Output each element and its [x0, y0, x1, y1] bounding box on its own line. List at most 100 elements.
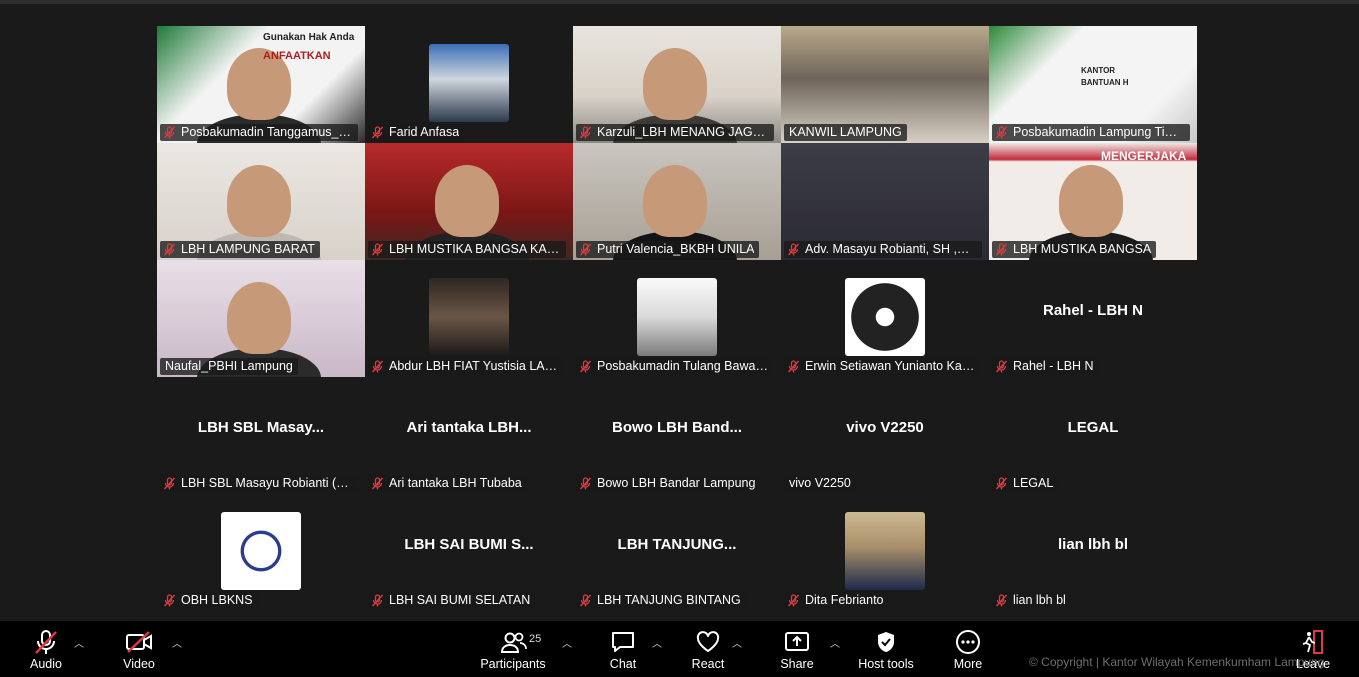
react-button[interactable]: React [688, 621, 728, 677]
muted-mic-icon [163, 594, 176, 607]
participants-options-caret[interactable]: ︿ [562, 635, 572, 650]
participant-tile[interactable]: MENGERJAKA LBH MUSTIKA BANGSA [989, 143, 1197, 260]
participant-tile[interactable]: LBH TANJUNG... LBH TANJUNG BINTANG [573, 494, 781, 611]
muted-mic-icon [371, 477, 384, 490]
muted-mic-icon [787, 594, 800, 607]
participant-tile[interactable]: Adv. Masayu Robianti, SH ,M... [781, 143, 989, 260]
participant-name: Abdur LBH FIAT Yustisia LAMP... [389, 359, 561, 373]
muted-mic-icon [995, 594, 1008, 607]
participant-name-label: LBH MUSTIKA BANGSA KAN... [368, 241, 566, 258]
top-strip [0, 0, 1359, 4]
participant-tile[interactable]: LBH MUSTIKA BANGSA KAN... [365, 143, 573, 260]
participant-tile[interactable]: KANWIL LAMPUNG [781, 26, 989, 143]
participant-name: LBH SBL Masayu Robianti (Ad... [181, 476, 353, 490]
participant-name: KANWIL LAMPUNG [789, 125, 902, 139]
chat-button[interactable]: Chat [604, 621, 642, 677]
participant-tile[interactable]: Abdur LBH FIAT Yustisia LAMP... [365, 260, 573, 377]
participant-tile[interactable]: Ari tantaka LBH... Ari tantaka LBH Tubaba [365, 377, 573, 494]
chat-options-caret[interactable]: ︿ [652, 635, 662, 650]
muted-mic-icon [787, 243, 800, 256]
audio-options-caret[interactable]: ︿ [74, 635, 84, 650]
participant-name: OBH LBKNS [181, 593, 253, 607]
participant-name: LBH TANJUNG BINTANG [597, 593, 741, 607]
participant-tile[interactable]: OBH LBKNS [157, 494, 365, 611]
muted-mic-icon [579, 243, 592, 256]
muted-mic-icon [371, 243, 384, 256]
participant-name: LBH LAMPUNG BARAT [181, 242, 315, 256]
participant-name: Posbakumadin Tanggamus_A... [181, 125, 353, 139]
participant-tile[interactable]: Gunakan Hak Anda ANFAATKAN Posbakumadin Ta… [157, 26, 365, 143]
microphone-muted-icon [34, 629, 58, 655]
muted-mic-icon [371, 360, 384, 373]
participants-count: 25 [529, 633, 542, 645]
chat-bubble-icon [610, 629, 636, 655]
profile-picture [429, 278, 509, 356]
audio-button[interactable]: Audio [24, 621, 68, 677]
participant-name: Posbakumadin Tulang Bawan... [597, 359, 769, 373]
participant-name: Farid Anfasa [389, 125, 460, 139]
participant-name-label: Abdur LBH FIAT Yustisia LAMP... [368, 358, 566, 375]
participant-display-name: LBH TANJUNG... [617, 536, 737, 553]
participants-button[interactable]: Participants [480, 621, 546, 677]
participant-name-label: Posbakumadin Lampung Tim... [992, 124, 1190, 141]
participant-tile[interactable]: LBH SBL Masay... LBH SBL Masayu Robianti … [157, 377, 365, 494]
participant-tile[interactable]: LEGAL LEGAL [989, 377, 1197, 494]
participant-display-name: LBH SAI BUMI S... [404, 536, 534, 553]
participant-name-label: Naufal_PBHI Lampung [160, 358, 298, 375]
participant-name-label: Posbakumadin Tanggamus_A... [160, 124, 358, 141]
participant-tile[interactable]: Dita Febrianto [781, 494, 989, 611]
participant-tile[interactable]: Farid Anfasa [365, 26, 573, 143]
muted-mic-icon [995, 360, 1008, 373]
participant-tile[interactable]: Bowo LBH Band... Bowo LBH Bandar Lampung [573, 377, 781, 494]
participant-name: LBH SAI BUMI SELATAN [389, 593, 531, 607]
chat-label: Chat [609, 657, 637, 671]
share-button[interactable]: Share [778, 621, 816, 677]
participant-name: LEGAL [1013, 476, 1054, 490]
participant-tile[interactable]: LBH LAMPUNG BARAT [157, 143, 365, 260]
participant-name-label: Bowo LBH Bandar Lampung [576, 475, 761, 492]
participant-tile[interactable]: Erwin Setiawan Yunianto Kan... [781, 260, 989, 377]
participant-display-name: lian lbh bl [1058, 536, 1128, 553]
muted-mic-icon [371, 594, 384, 607]
participant-name: Naufal_PBHI Lampung [165, 359, 293, 373]
participant-tile[interactable]: LBH SAI BUMI S... LBH SAI BUMI SELATAN [365, 494, 573, 611]
more-button[interactable]: More [950, 621, 986, 677]
participant-tile[interactable]: Naufal_PBHI Lampung [157, 260, 365, 377]
muted-mic-icon [995, 243, 1008, 256]
host-tools-label: Host tools [858, 657, 914, 671]
muted-mic-icon [579, 360, 592, 373]
shield-icon [875, 629, 897, 655]
participant-tile[interactable]: Karzuli_LBH MENANG JAGAD [573, 26, 781, 143]
participant-name-label: Ari tantaka LBH Tubaba [368, 475, 527, 492]
participant-name: Rahel - LBH N [1013, 359, 1094, 373]
participant-tile[interactable]: KANTOR BANTUAN H Posbakumadin Lampung Tim.… [989, 26, 1197, 143]
participant-tile[interactable]: Putri Valencia_BKBH UNILA [573, 143, 781, 260]
muted-mic-icon [995, 477, 1008, 490]
participant-name-label: LBH SBL Masayu Robianti (Ad... [160, 475, 358, 492]
muted-mic-icon [995, 126, 1008, 139]
video-button[interactable]: Video [118, 621, 160, 677]
share-label: Share [780, 657, 814, 671]
participant-name: Ari tantaka LBH Tubaba [389, 476, 522, 490]
profile-picture [845, 512, 925, 590]
share-options-caret[interactable]: ︿ [830, 635, 840, 650]
participant-tile[interactable]: vivo V2250 vivo V2250 [781, 377, 989, 494]
participant-tile[interactable]: Posbakumadin Tulang Bawan... [573, 260, 781, 377]
participant-tile[interactable]: Rahel - LBH N Rahel - LBH N [989, 260, 1197, 377]
participant-name-label: LBH SAI BUMI SELATAN [368, 592, 536, 609]
muted-mic-icon [163, 126, 176, 139]
participant-name-label: Farid Anfasa [368, 124, 465, 141]
muted-mic-icon [579, 594, 592, 607]
audio-label: Audio [30, 657, 62, 671]
react-options-caret[interactable]: ︿ [732, 635, 742, 650]
host-tools-button[interactable]: Host tools [856, 621, 916, 677]
participant-name: Putri Valencia_BKBH UNILA [597, 242, 755, 256]
leave-door-icon [1300, 629, 1326, 655]
participant-name: vivo V2250 [789, 476, 851, 490]
video-overlay-text: Gunakan Hak Anda [263, 32, 355, 43]
muted-mic-icon [787, 360, 800, 373]
video-options-caret[interactable]: ︿ [172, 635, 182, 650]
participant-name-label: lian lbh bl [992, 592, 1071, 609]
participant-name-label: LEGAL [992, 475, 1059, 492]
participant-tile[interactable]: lian lbh bl lian lbh bl [989, 494, 1197, 611]
